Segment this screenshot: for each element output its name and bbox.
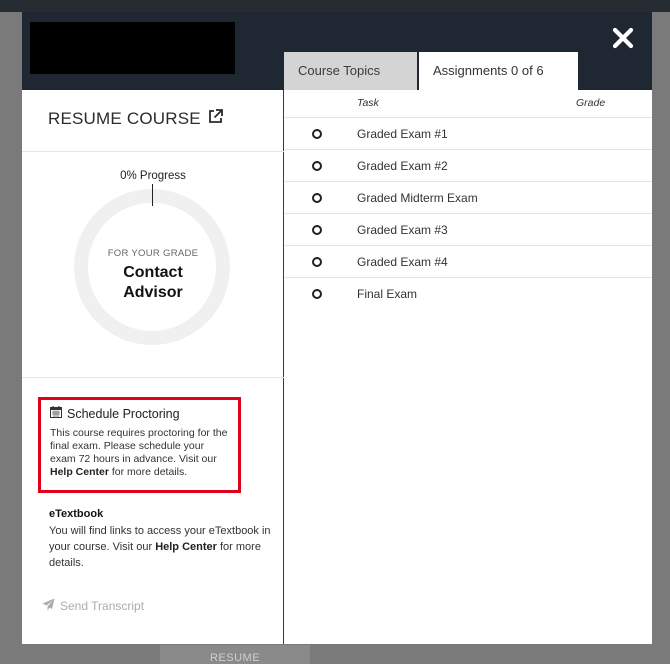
assignments-panel: Task Grade Graded Exam #1 Graded Exam #2… [285, 90, 652, 644]
modal-header: Course Topics Assignments 0 of 6 [22, 12, 652, 90]
external-link-icon [207, 108, 224, 130]
grade-caption: FOR YOUR GRADE [107, 248, 199, 259]
redacted-course-title [30, 22, 235, 74]
schedule-proctoring-link[interactable]: Schedule Proctoring [50, 406, 229, 421]
divider [22, 151, 284, 152]
table-row[interactable]: Graded Exam #1 [285, 118, 652, 150]
grade-value-line2: Advisor [123, 284, 183, 301]
assignment-task: Graded Exam #2 [357, 159, 448, 173]
etextbook-description: You will find links to access your eText… [49, 523, 274, 571]
proctoring-text: This course requires proctoring for the … [50, 427, 228, 465]
assignment-task: Final Exam [357, 287, 418, 301]
assignments-table-header: Task Grade [285, 90, 652, 118]
proctoring-description: This course requires proctoring for the … [50, 427, 229, 479]
schedule-proctoring-title: Schedule Proctoring [67, 406, 180, 421]
assignment-task: Graded Exam #3 [357, 223, 448, 237]
incomplete-circle-icon [312, 257, 322, 267]
incomplete-circle-icon [312, 193, 322, 203]
course-modal: Course Topics Assignments 0 of 6 RESUME … [22, 12, 652, 644]
help-center-link[interactable]: Help Center [50, 466, 109, 478]
incomplete-circle-icon [312, 161, 322, 171]
schedule-proctoring-section: Schedule Proctoring This course requires… [38, 397, 241, 493]
tab-course-topics[interactable]: Course Topics [284, 52, 417, 90]
assignment-task: Graded Exam #4 [357, 255, 448, 269]
incomplete-circle-icon [312, 289, 322, 299]
table-row[interactable]: Graded Exam #3 [285, 214, 652, 246]
grade-value-line1: Contact [123, 264, 183, 281]
resume-course-link[interactable]: RESUME COURSE [48, 108, 224, 130]
resume-course-label: RESUME COURSE [48, 109, 201, 128]
column-header-task: Task [357, 97, 379, 109]
divider [22, 377, 284, 378]
paper-plane-icon [42, 598, 55, 614]
table-row[interactable]: Graded Exam #4 [285, 246, 652, 278]
table-row[interactable]: Graded Exam #2 [285, 150, 652, 182]
calendar-icon [50, 406, 62, 421]
send-transcript-button[interactable]: Send Transcript [42, 598, 144, 614]
background-top-nav [0, 0, 670, 12]
table-row[interactable]: Graded Midterm Exam [285, 182, 652, 214]
column-header-grade: Grade [576, 97, 606, 109]
grade-value: Contact Advisor [22, 263, 284, 303]
assignment-task: Graded Midterm Exam [357, 191, 478, 205]
proctoring-suffix: for more details. [111, 466, 188, 478]
incomplete-circle-icon [312, 129, 322, 139]
background-resume-button: RESUME [160, 645, 310, 664]
course-summary-panel: RESUME COURSE 0% Progress FOR YOUR GRADE… [22, 90, 284, 644]
help-center-link[interactable]: Help Center [155, 541, 217, 553]
close-icon[interactable] [611, 26, 635, 50]
etextbook-title: eTextbook [49, 508, 104, 520]
send-transcript-label: Send Transcript [60, 599, 145, 613]
tab-assignments[interactable]: Assignments 0 of 6 [419, 52, 578, 90]
assignment-task: Graded Exam #1 [357, 127, 448, 141]
incomplete-circle-icon [312, 225, 322, 235]
progress-marker [152, 184, 153, 206]
progress-label: 0% Progress [120, 170, 186, 182]
table-row[interactable]: Final Exam [285, 278, 652, 310]
